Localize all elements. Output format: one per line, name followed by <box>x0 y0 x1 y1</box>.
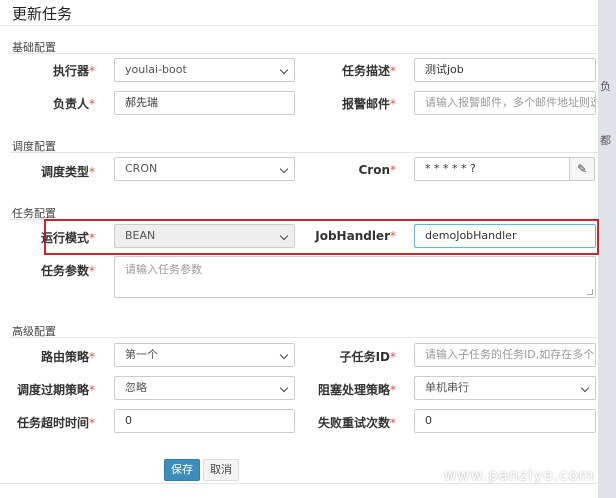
cancel-button[interactable]: 取消 <box>203 459 239 481</box>
update-task-dialog: 更新任务 基础配置 执行器* youlai-boot 任务描述* 测试job 负… <box>0 0 599 498</box>
executor-select[interactable]: youlai-boot <box>114 58 295 82</box>
divider <box>10 337 598 338</box>
misfire-strategy-select[interactable]: 忽略 <box>114 376 295 400</box>
chevron-down-icon <box>279 231 289 241</box>
job-params-textarea[interactable]: 请输入任务参数 <box>114 256 596 298</box>
alarm-email-input[interactable]: 请输入报警邮件，多个邮件地址则逗号分隔 <box>414 91 596 115</box>
chevron-down-icon <box>279 350 289 360</box>
resize-handle-icon[interactable] <box>587 289 593 295</box>
divider <box>10 152 598 153</box>
job-desc-input[interactable]: 测试job <box>414 58 596 82</box>
chevron-down-icon <box>279 65 289 75</box>
run-mode-label: 运行模式* <box>40 231 95 245</box>
background-page: 负 都 <box>598 0 616 498</box>
save-button[interactable]: 保存 <box>164 459 200 481</box>
divider <box>10 53 598 54</box>
retry-count-input[interactable]: 0 <box>414 409 596 433</box>
chevron-down-icon <box>279 164 289 174</box>
job-handler-input[interactable]: demoJobHandler <box>414 224 596 248</box>
block-strategy-select[interactable]: 单机串行 <box>414 376 596 400</box>
job-desc-label: 任务描述* <box>341 64 396 78</box>
misfire-strategy-label: 调度过期策略* <box>16 383 95 397</box>
child-job-id-input[interactable]: 请输入子任务的任务ID,如存在多个则逗号分隔 <box>414 343 596 367</box>
schedule-type-label: 调度类型* <box>40 165 95 179</box>
retry-count-label: 失败重试次数* <box>317 416 396 430</box>
block-strategy-label: 阻塞处理策略* <box>317 383 396 397</box>
run-mode-select[interactable]: BEAN <box>114 224 295 248</box>
schedule-type-select[interactable]: CRON <box>114 157 295 181</box>
chevron-down-icon <box>279 383 289 393</box>
cron-edit-button[interactable]: ✎ <box>569 157 595 181</box>
route-strategy-select[interactable]: 第一个 <box>114 343 295 367</box>
timeout-label: 任务超时时间* <box>16 416 95 430</box>
job-handler-label: JobHandler* <box>315 229 396 243</box>
chevron-down-icon <box>580 383 590 393</box>
job-params-placeholder: 请输入任务参数 <box>125 263 202 276</box>
watermark: www.panziye.com <box>444 466 595 484</box>
owner-label: 负责人* <box>52 97 95 111</box>
route-strategy-label: 路由策略* <box>40 350 95 364</box>
executor-label: 执行器* <box>52 64 95 78</box>
background-text: 负 <box>600 80 611 93</box>
edit-icon: ✎ <box>576 162 588 176</box>
owner-input[interactable]: 郝先瑞 <box>114 91 295 115</box>
cron-label: Cron* <box>358 163 396 177</box>
dialog-title: 更新任务 <box>12 5 73 23</box>
cron-input[interactable]: * * * * * ? <box>414 157 570 181</box>
timeout-input[interactable]: 0 <box>114 409 295 433</box>
background-text: 都 <box>600 134 611 147</box>
divider <box>0 25 598 26</box>
job-params-label: 任务参数* <box>40 264 95 278</box>
alarm-email-label: 报警邮件* <box>341 97 396 111</box>
child-job-id-label: 子任务ID* <box>339 350 396 364</box>
